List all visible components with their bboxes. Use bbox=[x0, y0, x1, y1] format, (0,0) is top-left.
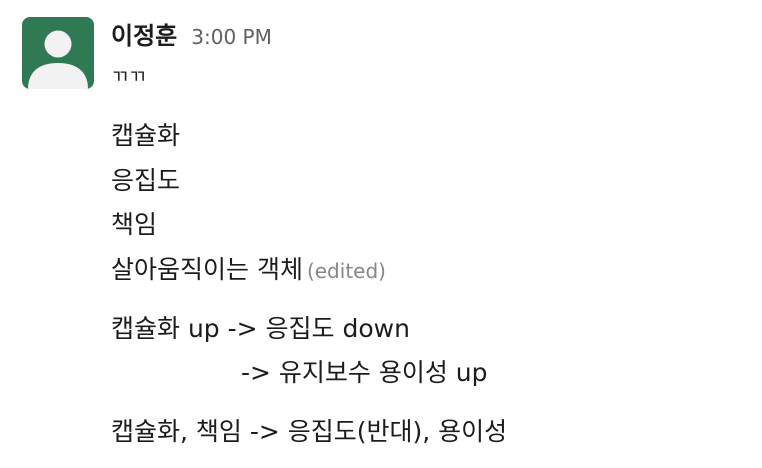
default-user-avatar-icon bbox=[28, 30, 88, 89]
message-line: -> 유지보수 용이성 up bbox=[241, 358, 488, 387]
message-line: 캡슐화 bbox=[111, 121, 181, 150]
message-line: 응집도 bbox=[111, 166, 181, 195]
chat-message: 이정훈 3:00 PM ㄲㄲ 캡슐화 응집도 책임 살아움직이는 객체 (edit… bbox=[0, 0, 762, 468]
edited-indicator: (edited) bbox=[306, 259, 386, 283]
message-line-edited: 살아움직이는 객체 (edited) bbox=[111, 254, 386, 287]
message-line: 캡슐화 up -> 응집도 down bbox=[111, 314, 410, 343]
avatar[interactable] bbox=[22, 17, 94, 89]
message-line: ㄲㄲ bbox=[111, 66, 146, 88]
message-line: 책임 bbox=[111, 210, 158, 239]
message-header: 이정훈 3:00 PM bbox=[111, 16, 272, 56]
message-line-text: 살아움직이는 객체 bbox=[111, 255, 303, 284]
message-timestamp[interactable]: 3:00 PM bbox=[191, 25, 272, 49]
message-line: 캡슐화, 책임 -> 응집도(반대), 용이성 bbox=[111, 417, 508, 446]
sender-name[interactable]: 이정훈 bbox=[111, 16, 177, 51]
